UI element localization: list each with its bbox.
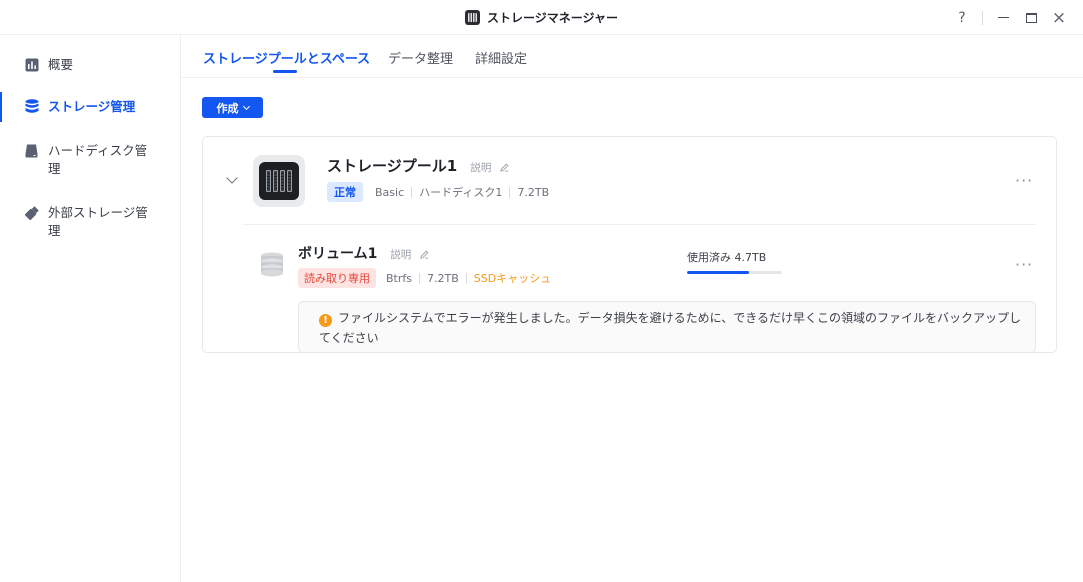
- sidebar-item-label: 外部ストレージ管理: [48, 205, 148, 238]
- volume-more-options-icon[interactable]: ···: [1015, 255, 1033, 274]
- meta-divider: [465, 272, 467, 284]
- sidebar-item-label: 概要: [48, 57, 74, 72]
- sidebar-item-label: ストレージ管理: [48, 99, 136, 114]
- database-icon: [24, 99, 39, 114]
- nas-bay: [273, 170, 278, 192]
- tab-data-cleanup[interactable]: データ整理: [388, 48, 453, 67]
- volume-description-link[interactable]: 説明: [390, 249, 429, 261]
- volume-status-badge: 読み取り専用: [298, 268, 376, 288]
- close-icon: ×: [1051, 7, 1067, 28]
- sidebar-item-label: ハードディスク管理: [48, 143, 148, 176]
- sidebar: 概要 ストレージ管理 ハードディスク管理 外部ストレージ管理: [0, 35, 181, 582]
- window-title-group: ストレージマネージャー: [0, 0, 1083, 35]
- help-icon: ?: [958, 9, 966, 26]
- volume-filesystem: Btrfs: [386, 271, 412, 285]
- tab-storage-pools-and-spaces[interactable]: ストレージプールとスペース: [203, 48, 370, 67]
- title-bar: ストレージマネージャー ? ×: [0, 0, 1083, 35]
- usb-drive-icon: [24, 205, 39, 220]
- create-button[interactable]: 作成: [202, 97, 263, 118]
- pool-status-badge: 正常: [327, 182, 363, 202]
- nas-device-front: [259, 162, 299, 200]
- pencil-icon: [500, 163, 509, 172]
- nas-device-icon: [253, 155, 305, 207]
- meta-divider: [411, 186, 413, 198]
- pool-description-label: 説明: [470, 162, 492, 174]
- window-controls-divider: [982, 10, 983, 25]
- volume-usage-label: 使用済み 4.7TB: [687, 251, 767, 264]
- volume-title-row: ボリューム1 説明: [298, 243, 429, 263]
- tab-advanced-settings[interactable]: 詳細設定: [475, 48, 527, 67]
- chart-icon: [24, 57, 39, 72]
- nas-bay: [266, 170, 271, 192]
- nas-bay: [287, 170, 292, 192]
- window-controls: ? ×: [948, 0, 1073, 35]
- card-divider: [243, 224, 1036, 225]
- create-button-label: 作成: [216, 101, 239, 115]
- volume-usage-fill: [687, 271, 749, 274]
- help-button[interactable]: ?: [948, 4, 976, 32]
- volume-icon: [261, 252, 283, 277]
- pool-name: ストレージプール1: [327, 157, 458, 175]
- pool-disks: ハードディスク1: [419, 186, 503, 199]
- volume-size: 7.2TB: [427, 271, 459, 285]
- filesystem-error-alert: ! ファイルシステムでエラーが発生しました。データ損失を避けるために、できるだけ早…: [298, 301, 1036, 353]
- maximize-button[interactable]: [1017, 4, 1045, 32]
- collapse-chevron-icon[interactable]: [226, 172, 238, 184]
- meta-divider: [509, 186, 511, 198]
- pool-type: Basic: [375, 185, 405, 199]
- sidebar-item-hard-disk[interactable]: ハードディスク管理: [0, 142, 180, 178]
- meta-divider: [419, 272, 420, 284]
- pool-description-link[interactable]: 説明: [470, 162, 509, 174]
- pool-title-row: ストレージプール1 説明: [327, 155, 509, 176]
- alert-message: ファイルシステムでエラーが発生しました。データ損失を避けるために、できるだけ早く…: [319, 311, 1022, 345]
- close-button[interactable]: ×: [1045, 4, 1073, 32]
- maximize-icon: [1025, 12, 1037, 23]
- tab-bar: ストレージプールとスペース データ整理 詳細設定: [182, 35, 1083, 78]
- volume-name: ボリューム1: [298, 246, 378, 262]
- nas-bay: [280, 170, 285, 192]
- volume-description-label: 説明: [390, 249, 412, 261]
- minimize-button[interactable]: [989, 4, 1017, 32]
- hard-disk-icon: [24, 143, 39, 158]
- pencil-icon: [419, 250, 429, 259]
- pool-meta-row: 正常 Basic ハードディスク1 7.2TB: [327, 182, 549, 202]
- minimize-icon: [997, 16, 1009, 19]
- window-title: ストレージマネージャー: [487, 11, 618, 25]
- main-content: ストレージプールとスペース データ整理 詳細設定 作成 ストレージプール1 説明: [182, 35, 1083, 582]
- storage-pool-card: ストレージプール1 説明 正常 Basic ハードディスク1 7.2TB ···: [202, 136, 1057, 353]
- volume-meta-row: 読み取り専用 Btrfs 7.2TB SSDキャッシュ: [298, 268, 551, 288]
- pool-size: 7.2TB: [517, 185, 550, 199]
- sidebar-item-storage[interactable]: ストレージ管理: [0, 92, 180, 122]
- sidebar-item-overview[interactable]: 概要: [0, 56, 180, 74]
- active-tab-indicator: [273, 70, 297, 73]
- sidebar-item-external-storage[interactable]: 外部ストレージ管理: [0, 204, 180, 240]
- pool-more-options-icon[interactable]: ···: [1015, 171, 1033, 190]
- ssd-cache-link[interactable]: SSDキャッシュ: [474, 270, 551, 286]
- storage-manager-app-icon: [465, 10, 481, 25]
- warning-icon: !: [319, 314, 332, 327]
- chevron-down-icon: [242, 102, 250, 110]
- volume-usage-bar: [687, 271, 782, 274]
